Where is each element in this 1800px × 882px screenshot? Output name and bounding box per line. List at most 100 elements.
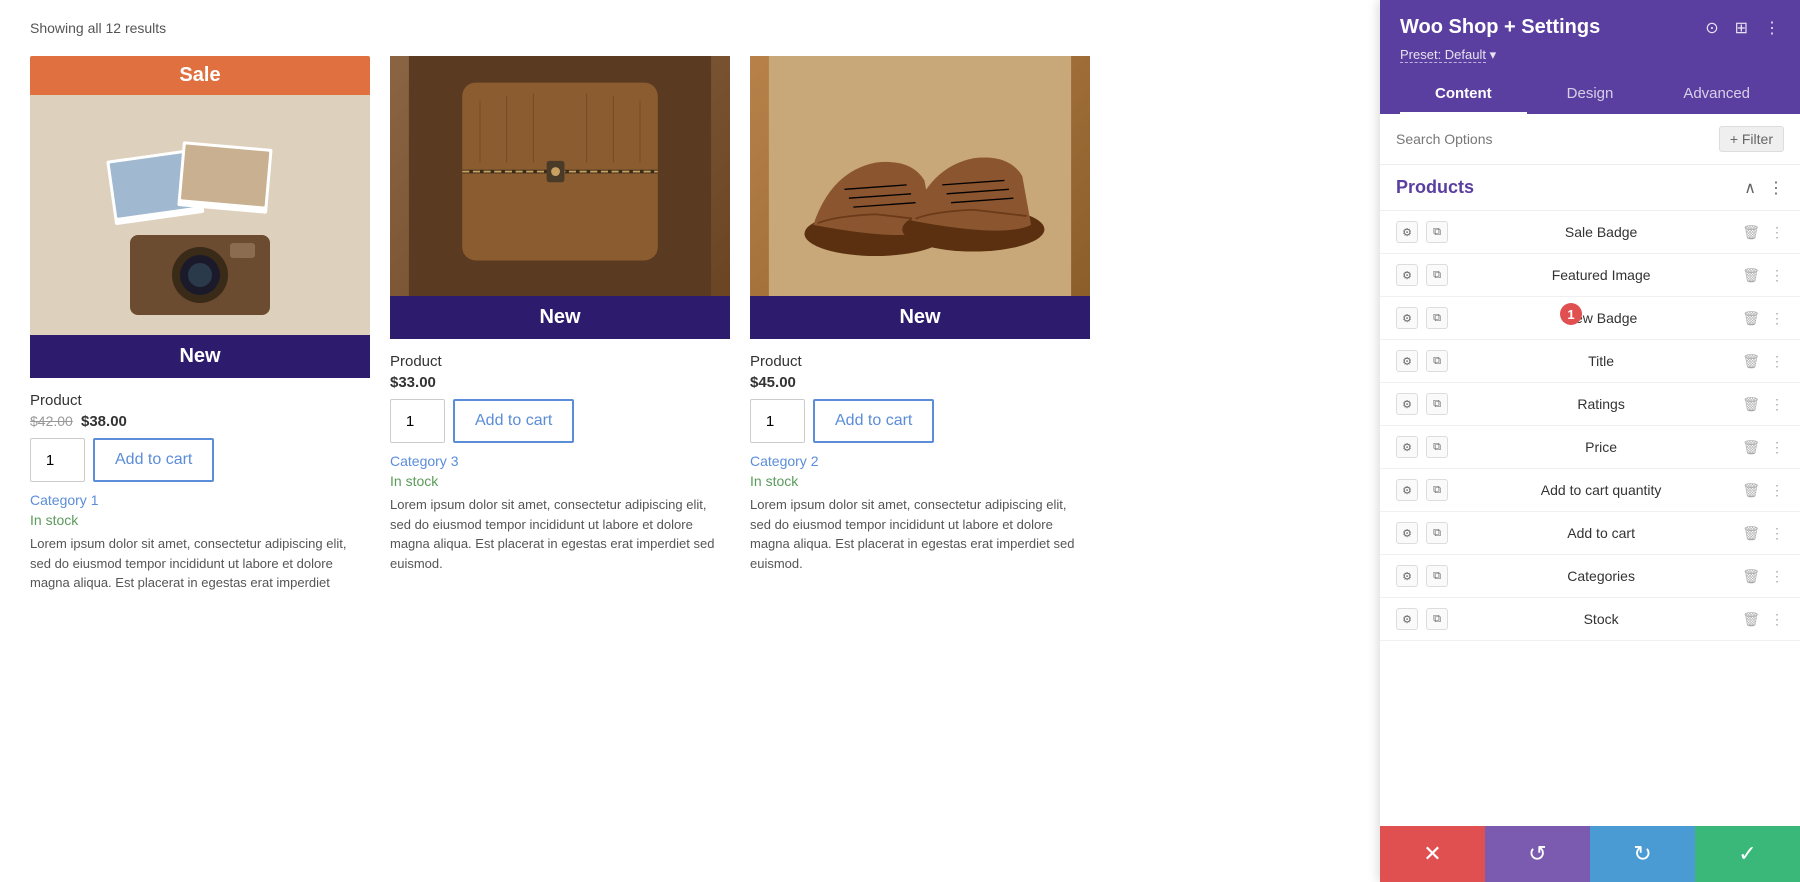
component-label-sale-badge: Sale Badge bbox=[1460, 224, 1742, 240]
settings-icon-add-to-cart[interactable]: ⚙ bbox=[1396, 522, 1418, 544]
delete-icon-sale-badge[interactable]: 🗑 bbox=[1742, 224, 1760, 241]
more-icon-sale-badge[interactable]: ⋮ bbox=[1770, 224, 1784, 241]
section-more-icon[interactable]: ⋮ bbox=[1768, 178, 1784, 198]
panel-title: Woo Shop + Settings bbox=[1400, 16, 1600, 39]
settings-icon-featured-image[interactable]: ⚙ bbox=[1396, 264, 1418, 286]
component-row-new-badge: 1 ⚙ ⧉ New Badge 🗑 ⋮ bbox=[1380, 297, 1800, 340]
qty-input-2[interactable] bbox=[390, 399, 445, 443]
component-row-featured-image: ⚙ ⧉ Featured Image 🗑 ⋮ bbox=[1380, 254, 1800, 297]
tab-advanced[interactable]: Advanced bbox=[1653, 75, 1780, 114]
new-badge-2: New bbox=[390, 296, 730, 339]
layout-icon[interactable]: ⊞ bbox=[1735, 18, 1748, 38]
settings-icon-ratings[interactable]: ⚙ bbox=[1396, 393, 1418, 415]
product-info-1: Product $42.00 $38.00 Add to cart Catego… bbox=[30, 378, 370, 601]
copy-icon-categories[interactable]: ⧉ bbox=[1426, 565, 1448, 587]
bottom-toolbar: ✕ ↺ ↻ ✓ bbox=[1380, 826, 1800, 882]
more-icon-add-to-cart[interactable]: ⋮ bbox=[1770, 525, 1784, 542]
delete-icon-ratings[interactable]: 🗑 bbox=[1742, 396, 1760, 413]
component-row-stock: ⚙ ⧉ Stock 🗑 ⋮ bbox=[1380, 598, 1800, 641]
section-collapse-icon[interactable]: ∧ bbox=[1744, 178, 1756, 198]
confirm-button[interactable]: ✓ bbox=[1695, 826, 1800, 882]
settings-icon-price[interactable]: ⚙ bbox=[1396, 436, 1418, 458]
price-3: $45.00 bbox=[750, 374, 796, 391]
redo-button[interactable]: ↻ bbox=[1590, 826, 1695, 882]
more-icon-ratings[interactable]: ⋮ bbox=[1770, 396, 1784, 413]
more-icon-categories[interactable]: ⋮ bbox=[1770, 568, 1784, 585]
category-link-1[interactable]: Category 1 bbox=[30, 492, 370, 508]
price-sale-1: $38.00 bbox=[81, 413, 127, 430]
in-stock-3: In stock bbox=[750, 473, 1090, 489]
screenshot-icon[interactable]: ⊙ bbox=[1705, 18, 1718, 38]
price-2: $33.00 bbox=[390, 374, 436, 391]
product-card-1: Sale bbox=[30, 56, 370, 601]
settings-icon-cart-qty[interactable]: ⚙ bbox=[1396, 479, 1418, 501]
cancel-button[interactable]: ✕ bbox=[1380, 826, 1485, 882]
delete-icon-stock[interactable]: 🗑 bbox=[1742, 611, 1760, 628]
copy-icon-new-badge[interactable]: ⧉ bbox=[1426, 307, 1448, 329]
category-link-2[interactable]: Category 3 bbox=[390, 453, 730, 469]
product-image-wrapper-3: New bbox=[750, 56, 1090, 339]
copy-icon-title[interactable]: ⧉ bbox=[1426, 350, 1448, 372]
copy-icon-cart-qty[interactable]: ⧉ bbox=[1426, 479, 1448, 501]
component-label-ratings: Ratings bbox=[1460, 396, 1742, 412]
settings-icon-stock[interactable]: ⚙ bbox=[1396, 608, 1418, 630]
add-to-cart-button-1[interactable]: Add to cart bbox=[93, 438, 214, 482]
more-options-icon[interactable]: ⋮ bbox=[1764, 18, 1780, 38]
category-link-3[interactable]: Category 2 bbox=[750, 453, 1090, 469]
delete-icon-price[interactable]: 🗑 bbox=[1742, 439, 1760, 456]
product-name-1: Product bbox=[30, 392, 370, 409]
product-card-3: New Product $45.00 Add to cart Category … bbox=[750, 56, 1090, 601]
delete-icon-featured-image[interactable]: 🗑 bbox=[1742, 267, 1760, 284]
copy-icon-stock[interactable]: ⧉ bbox=[1426, 608, 1448, 630]
product-name-3: Product bbox=[750, 353, 1090, 370]
qty-input-1[interactable] bbox=[30, 438, 85, 482]
settings-icon-new-badge[interactable]: ⚙ bbox=[1396, 307, 1418, 329]
tab-design[interactable]: Design bbox=[1527, 75, 1654, 114]
description-2: Lorem ipsum dolor sit amet, consectetur … bbox=[390, 495, 730, 573]
more-icon-price[interactable]: ⋮ bbox=[1770, 439, 1784, 456]
component-left-icons-sale-badge: ⚙ ⧉ bbox=[1396, 221, 1448, 243]
more-icon-featured-image[interactable]: ⋮ bbox=[1770, 267, 1784, 284]
in-stock-1: In stock bbox=[30, 512, 370, 528]
sale-badge-1: Sale bbox=[30, 56, 370, 95]
notification-badge: 1 bbox=[1560, 303, 1582, 325]
panel-tabs: Content Design Advanced bbox=[1400, 75, 1780, 114]
delete-icon-add-to-cart[interactable]: 🗑 bbox=[1742, 525, 1760, 542]
component-right-icons-featured-image: 🗑 ⋮ bbox=[1742, 267, 1784, 284]
component-row-categories: ⚙ ⧉ Categories 🗑 ⋮ bbox=[1380, 555, 1800, 598]
component-label-add-to-cart: Add to cart bbox=[1460, 525, 1742, 541]
more-icon-new-badge[interactable]: ⋮ bbox=[1770, 310, 1784, 327]
undo-button[interactable]: ↺ bbox=[1485, 826, 1590, 882]
panel-preset[interactable]: Preset: Default ▾ bbox=[1400, 47, 1780, 63]
copy-icon-featured-image[interactable]: ⧉ bbox=[1426, 264, 1448, 286]
filter-button[interactable]: + Filter bbox=[1719, 126, 1784, 152]
delete-icon-title[interactable]: 🗑 bbox=[1742, 353, 1760, 370]
more-icon-title[interactable]: ⋮ bbox=[1770, 353, 1784, 370]
product-info-2: Product $33.00 Add to cart Category 3 In… bbox=[390, 339, 730, 581]
delete-icon-categories[interactable]: 🗑 bbox=[1742, 568, 1760, 585]
description-1: Lorem ipsum dolor sit amet, consectetur … bbox=[30, 534, 370, 593]
settings-icon-title[interactable]: ⚙ bbox=[1396, 350, 1418, 372]
more-icon-stock[interactable]: ⋮ bbox=[1770, 611, 1784, 628]
product-image-wrapper-2: New bbox=[390, 56, 730, 339]
add-to-cart-button-2[interactable]: Add to cart bbox=[453, 399, 574, 443]
settings-icon-categories[interactable]: ⚙ bbox=[1396, 565, 1418, 587]
product-price-3: $45.00 bbox=[750, 374, 1090, 391]
copy-icon-add-to-cart[interactable]: ⧉ bbox=[1426, 522, 1448, 544]
products-section-title: Products bbox=[1396, 177, 1474, 198]
products-grid: Sale bbox=[30, 56, 1350, 601]
product-image-2 bbox=[390, 56, 730, 296]
settings-icon-sale-badge[interactable]: ⚙ bbox=[1396, 221, 1418, 243]
delete-icon-cart-qty[interactable]: 🗑 bbox=[1742, 482, 1760, 499]
delete-icon-new-badge[interactable]: 🗑 bbox=[1742, 310, 1760, 327]
qty-input-3[interactable] bbox=[750, 399, 805, 443]
more-icon-cart-qty[interactable]: ⋮ bbox=[1770, 482, 1784, 499]
product-price-2: $33.00 bbox=[390, 374, 730, 391]
component-row-ratings: ⚙ ⧉ Ratings 🗑 ⋮ bbox=[1380, 383, 1800, 426]
add-to-cart-button-3[interactable]: Add to cart bbox=[813, 399, 934, 443]
copy-icon-ratings[interactable]: ⧉ bbox=[1426, 393, 1448, 415]
product-image-wrapper-1: Sale bbox=[30, 56, 370, 378]
copy-icon-price[interactable]: ⧉ bbox=[1426, 436, 1448, 458]
copy-icon-sale-badge[interactable]: ⧉ bbox=[1426, 221, 1448, 243]
tab-content[interactable]: Content bbox=[1400, 75, 1527, 114]
